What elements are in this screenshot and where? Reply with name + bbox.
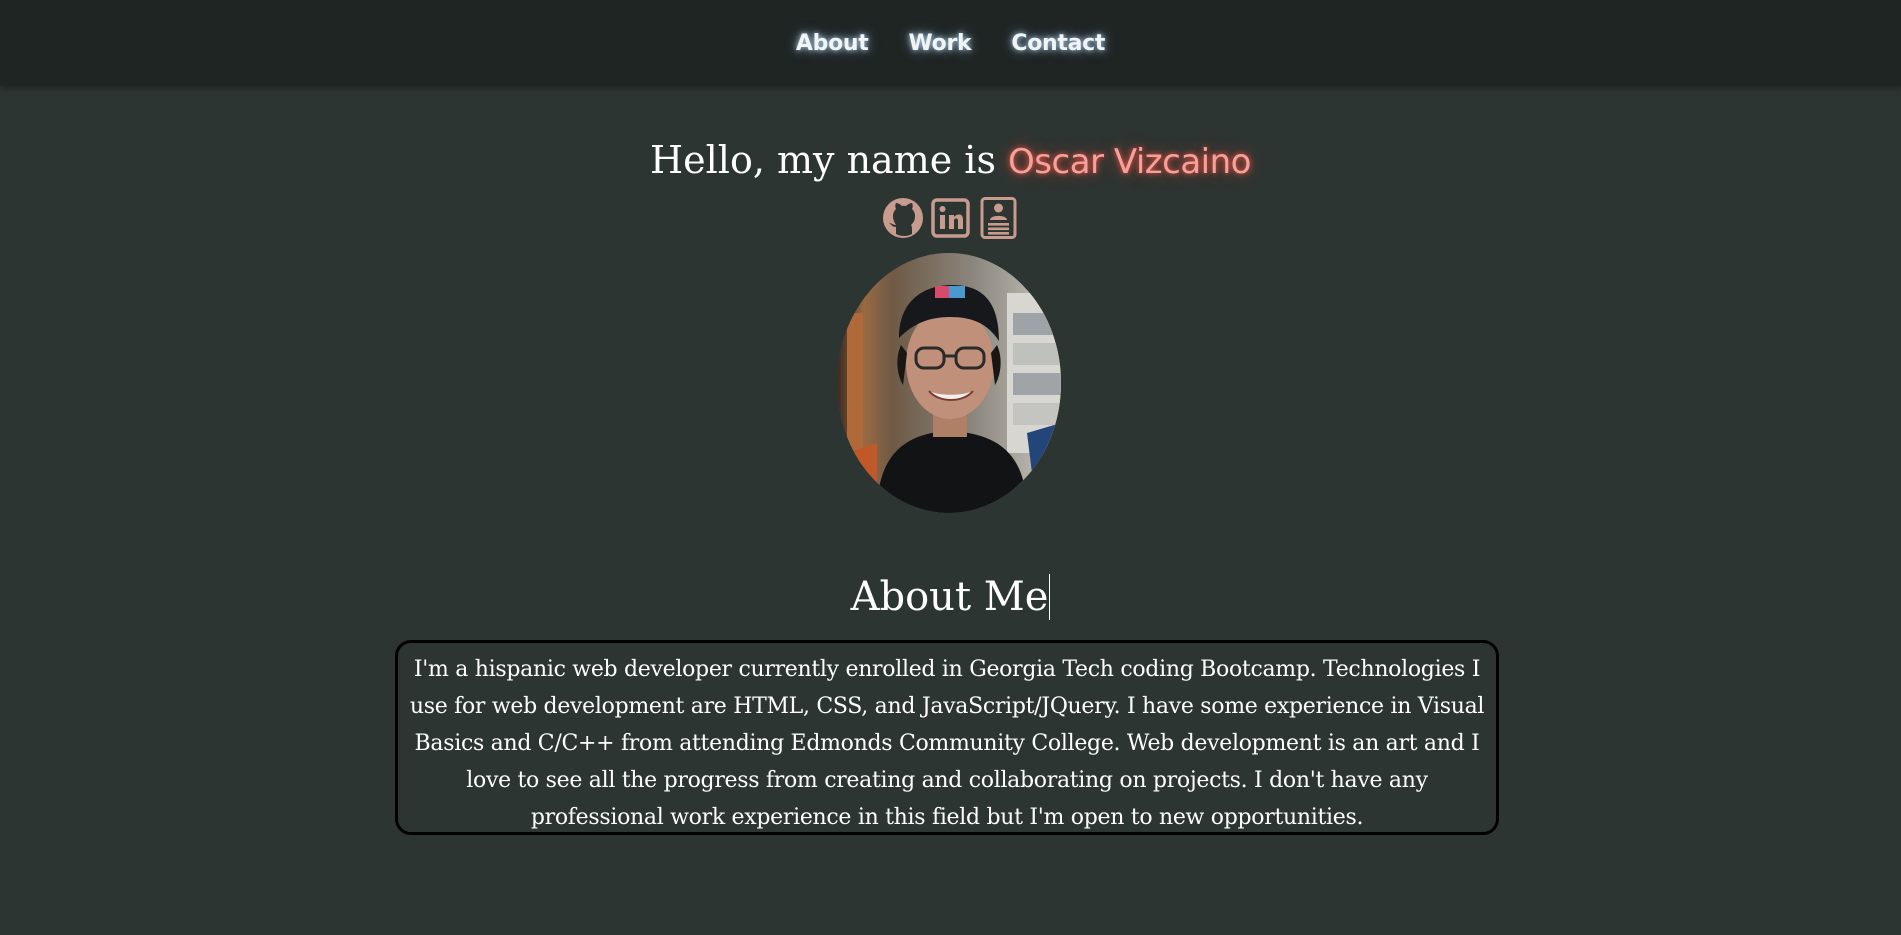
navbar: About Work Contact — [0, 0, 1901, 86]
linkedin-icon[interactable] — [930, 197, 971, 239]
nav-link-about[interactable]: About — [796, 31, 869, 56]
avatar-photo — [837, 253, 1061, 513]
hero-name: Oscar Vizcaino — [1008, 142, 1251, 182]
about-heading-text: About Me — [850, 574, 1049, 620]
resume-icon[interactable] — [979, 197, 1019, 239]
nav-link-contact[interactable]: Contact — [1011, 31, 1105, 56]
about-text: I'm a hispanic web developer currently e… — [395, 640, 1499, 835]
hero-greeting: Hello, my name is Oscar Vizcaino — [0, 132, 1901, 190]
about-heading: About Me — [0, 572, 1901, 622]
github-icon[interactable] — [882, 197, 923, 239]
nav-link-work[interactable]: Work — [908, 31, 971, 56]
social-links — [0, 197, 1901, 239]
text-caret — [1049, 574, 1051, 620]
greeting-text: Hello, my name is — [650, 138, 1009, 182]
avatar — [837, 253, 1061, 513]
